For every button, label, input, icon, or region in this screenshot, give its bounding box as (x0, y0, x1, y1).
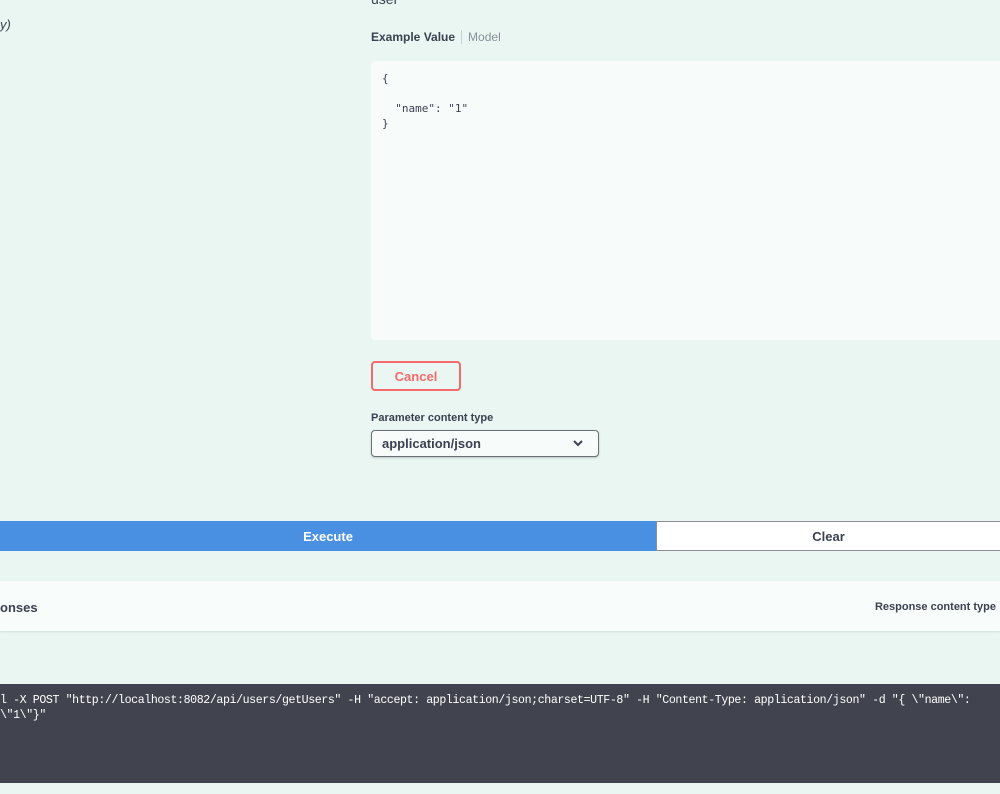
curl-command-block: l -X POST "http://localhost:8082/api/use… (0, 684, 1000, 783)
body-description: user (371, 0, 398, 7)
tab-example-value[interactable]: Example Value (371, 30, 463, 44)
request-body-editor[interactable]: { "name": "1" } (371, 61, 1000, 340)
execute-button[interactable]: Execute (0, 521, 656, 551)
parameter-content-type-label: Parameter content type (371, 412, 494, 424)
cancel-button[interactable]: Cancel (371, 361, 461, 391)
selected-value: application/json (382, 436, 481, 451)
parameter-type-fragment: y) (0, 17, 11, 32)
responses-header: onses Response content type (0, 581, 1000, 631)
response-content-type-label: Response content type (874, 601, 996, 613)
clear-button[interactable]: Clear (656, 521, 1000, 551)
tab-model[interactable]: Model (462, 30, 501, 44)
chevron-down-icon (573, 440, 583, 447)
curl-command-text: l -X POST "http://localhost:8082/api/use… (0, 694, 978, 722)
responses-title: onses (0, 600, 38, 615)
request-body-text[interactable]: { "name": "1" } (371, 61, 1000, 141)
parameter-content-type-select[interactable]: application/json (371, 430, 599, 457)
example-model-tabs: Example Value Model (371, 30, 501, 44)
